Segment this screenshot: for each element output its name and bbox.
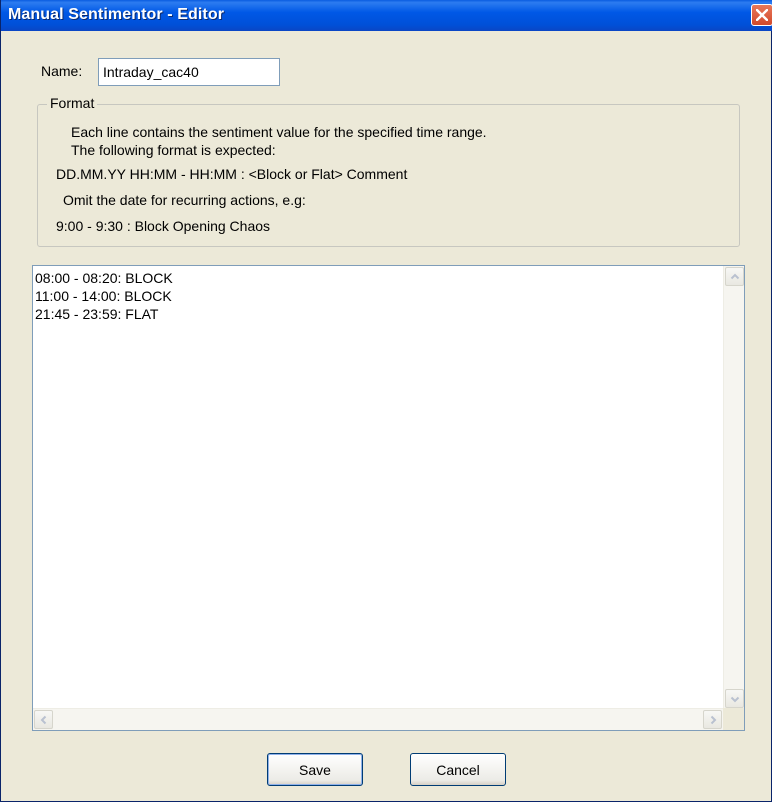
format-legend: Format [47,95,98,111]
close-button[interactable] [751,4,772,26]
close-icon [756,9,768,21]
editor-text[interactable]: 08:00 - 08:20: BLOCK 11:00 - 14:00: BLOC… [35,269,173,323]
scroll-up-button[interactable] [725,267,744,286]
name-label: Name: [41,63,83,79]
scroll-left-button[interactable] [34,710,53,729]
editor-window: Manual Sentimentor - Editor Name: Format… [0,0,772,802]
scroll-down-button[interactable] [725,689,744,708]
vertical-scrollbar[interactable] [723,266,744,709]
name-input[interactable] [98,58,280,86]
chevron-up-icon [730,273,740,280]
horizontal-scrollbar[interactable] [33,708,723,730]
format-line-2: The following format is expected: [71,142,276,158]
window-title: Manual Sentimentor - Editor [8,6,225,23]
scrollbar-corner [723,708,744,730]
chevron-down-icon [730,696,740,703]
format-line-3: DD.MM.YY HH:MM - HH:MM : <Block or Flat>… [56,166,408,182]
chevron-left-icon [40,715,47,725]
cancel-button[interactable]: Cancel [410,753,506,786]
save-button[interactable]: Save [267,753,363,786]
format-line-4: Omit the date for recurring actions, e.g… [63,192,306,208]
format-line-5: 9:00 - 9:30 : Block Opening Chaos [56,218,271,234]
title-bar[interactable]: Manual Sentimentor - Editor [1,0,772,31]
scroll-right-button[interactable] [703,710,722,729]
sentiment-editor[interactable]: 08:00 - 08:20: BLOCK 11:00 - 14:00: BLOC… [32,265,745,731]
chevron-right-icon [710,715,717,725]
format-line-1: Each line contains the sentiment value f… [71,124,487,140]
